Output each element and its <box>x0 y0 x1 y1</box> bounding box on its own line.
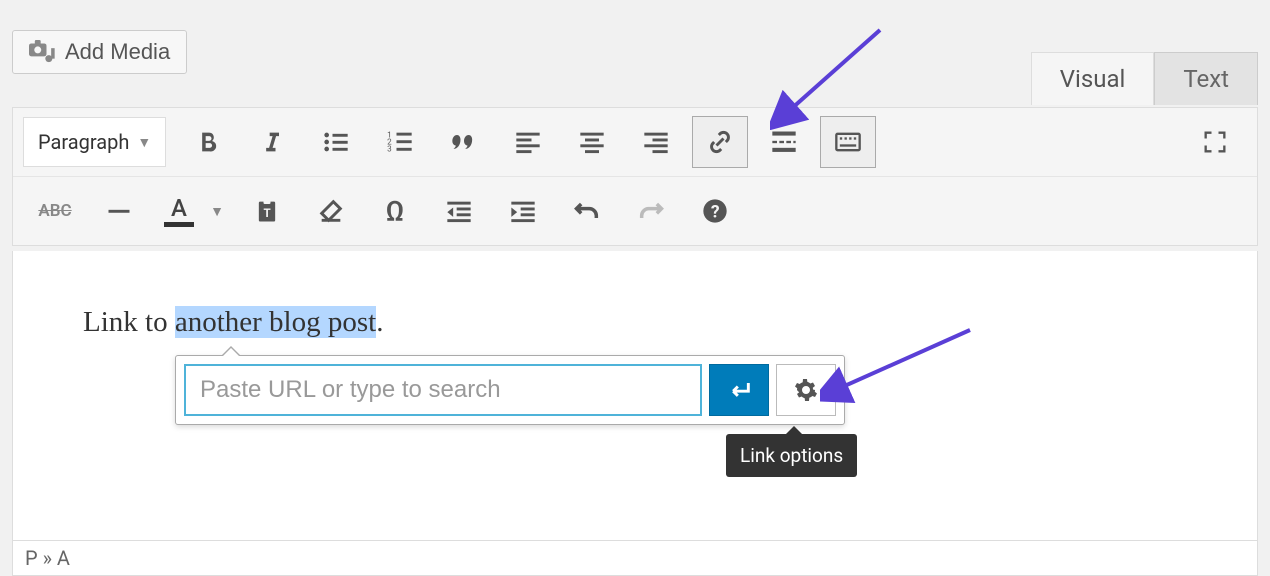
numbered-list-button[interactable]: 123 <box>372 116 428 168</box>
align-right-button[interactable] <box>628 116 684 168</box>
align-left-icon <box>514 128 542 156</box>
apply-link-button[interactable] <box>709 364 769 416</box>
text-color-icon: A <box>171 196 187 220</box>
clipboard-icon: T <box>253 197 281 225</box>
add-media-label: Add Media <box>65 39 170 65</box>
tab-visual[interactable]: Visual <box>1031 52 1155 105</box>
read-more-icon <box>770 128 798 156</box>
enter-icon <box>725 376 753 404</box>
keyboard-icon <box>834 128 862 156</box>
horizontal-rule-button[interactable] <box>91 185 147 237</box>
format-select[interactable]: Paragraph ▼ <box>23 117 166 167</box>
link-popup <box>175 355 845 425</box>
indent-icon <box>509 197 537 225</box>
editor-tabs: Visual Text <box>1031 52 1258 105</box>
editor-text[interactable]: Link to another blog post. <box>13 251 1257 359</box>
toolbar-toggle-button[interactable] <box>820 116 876 168</box>
align-left-button[interactable] <box>500 116 556 168</box>
insert-link-button[interactable] <box>692 116 748 168</box>
bold-button[interactable] <box>180 116 236 168</box>
fullscreen-button[interactable] <box>1187 116 1243 168</box>
help-button[interactable]: ? <box>687 185 743 237</box>
indent-button[interactable] <box>495 185 551 237</box>
insert-more-button[interactable] <box>756 116 812 168</box>
italic-button[interactable] <box>244 116 300 168</box>
horizontal-line-icon <box>105 197 133 225</box>
quote-icon <box>450 128 478 156</box>
fullscreen-icon <box>1201 128 1229 156</box>
status-bar: P » A <box>12 541 1258 576</box>
bullet-list-icon <box>322 128 350 156</box>
blockquote-button[interactable] <box>436 116 492 168</box>
numbered-list-icon: 123 <box>386 128 414 156</box>
eraser-icon <box>317 197 345 225</box>
toolbar-row-2: ABC A ▼ T Ω <box>13 177 1257 245</box>
add-media-button[interactable]: Add Media <box>12 30 187 74</box>
bold-icon <box>194 128 222 156</box>
svg-text:?: ? <box>711 202 720 222</box>
svg-text:3: 3 <box>387 143 392 153</box>
selected-text: another blog post <box>175 306 376 338</box>
strikethrough-icon: ABC <box>38 201 71 221</box>
redo-button[interactable] <box>623 185 679 237</box>
align-center-button[interactable] <box>564 116 620 168</box>
content-prefix: Link to <box>83 306 168 338</box>
link-icon <box>706 128 734 156</box>
format-select-label: Paragraph <box>38 130 129 154</box>
align-center-icon <box>578 128 606 156</box>
link-options-button[interactable] <box>776 364 836 416</box>
svg-text:T: T <box>264 206 271 220</box>
strikethrough-button[interactable]: ABC <box>27 185 83 237</box>
content-suffix: . <box>376 306 383 338</box>
gear-icon <box>794 378 818 402</box>
bullet-list-button[interactable] <box>308 116 364 168</box>
text-color-dropdown[interactable]: ▼ <box>203 185 231 237</box>
link-options-tooltip: Link options <box>726 434 857 477</box>
align-right-icon <box>642 128 670 156</box>
omega-icon: Ω <box>386 195 405 228</box>
link-url-input[interactable] <box>184 364 702 416</box>
help-icon: ? <box>701 197 729 225</box>
text-color-group: A ▼ <box>155 185 231 237</box>
element-path: P » A <box>25 546 70 570</box>
editor-toolbar: Paragraph ▼ 123 <box>12 107 1258 246</box>
tab-text[interactable]: Text <box>1154 52 1258 105</box>
outdent-button[interactable] <box>431 185 487 237</box>
clear-formatting-button[interactable] <box>303 185 359 237</box>
paste-text-button[interactable]: T <box>239 185 295 237</box>
toolbar-row-1: Paragraph ▼ 123 <box>13 108 1257 177</box>
outdent-icon <box>445 197 473 225</box>
camera-music-icon <box>29 40 57 64</box>
caret-down-icon: ▼ <box>210 203 224 220</box>
undo-button[interactable] <box>559 185 615 237</box>
redo-icon <box>637 197 665 225</box>
text-color-button[interactable]: A <box>155 185 203 237</box>
italic-icon <box>258 128 286 156</box>
caret-down-icon: ▼ <box>137 134 151 151</box>
special-character-button[interactable]: Ω <box>367 185 423 237</box>
undo-icon <box>573 197 601 225</box>
